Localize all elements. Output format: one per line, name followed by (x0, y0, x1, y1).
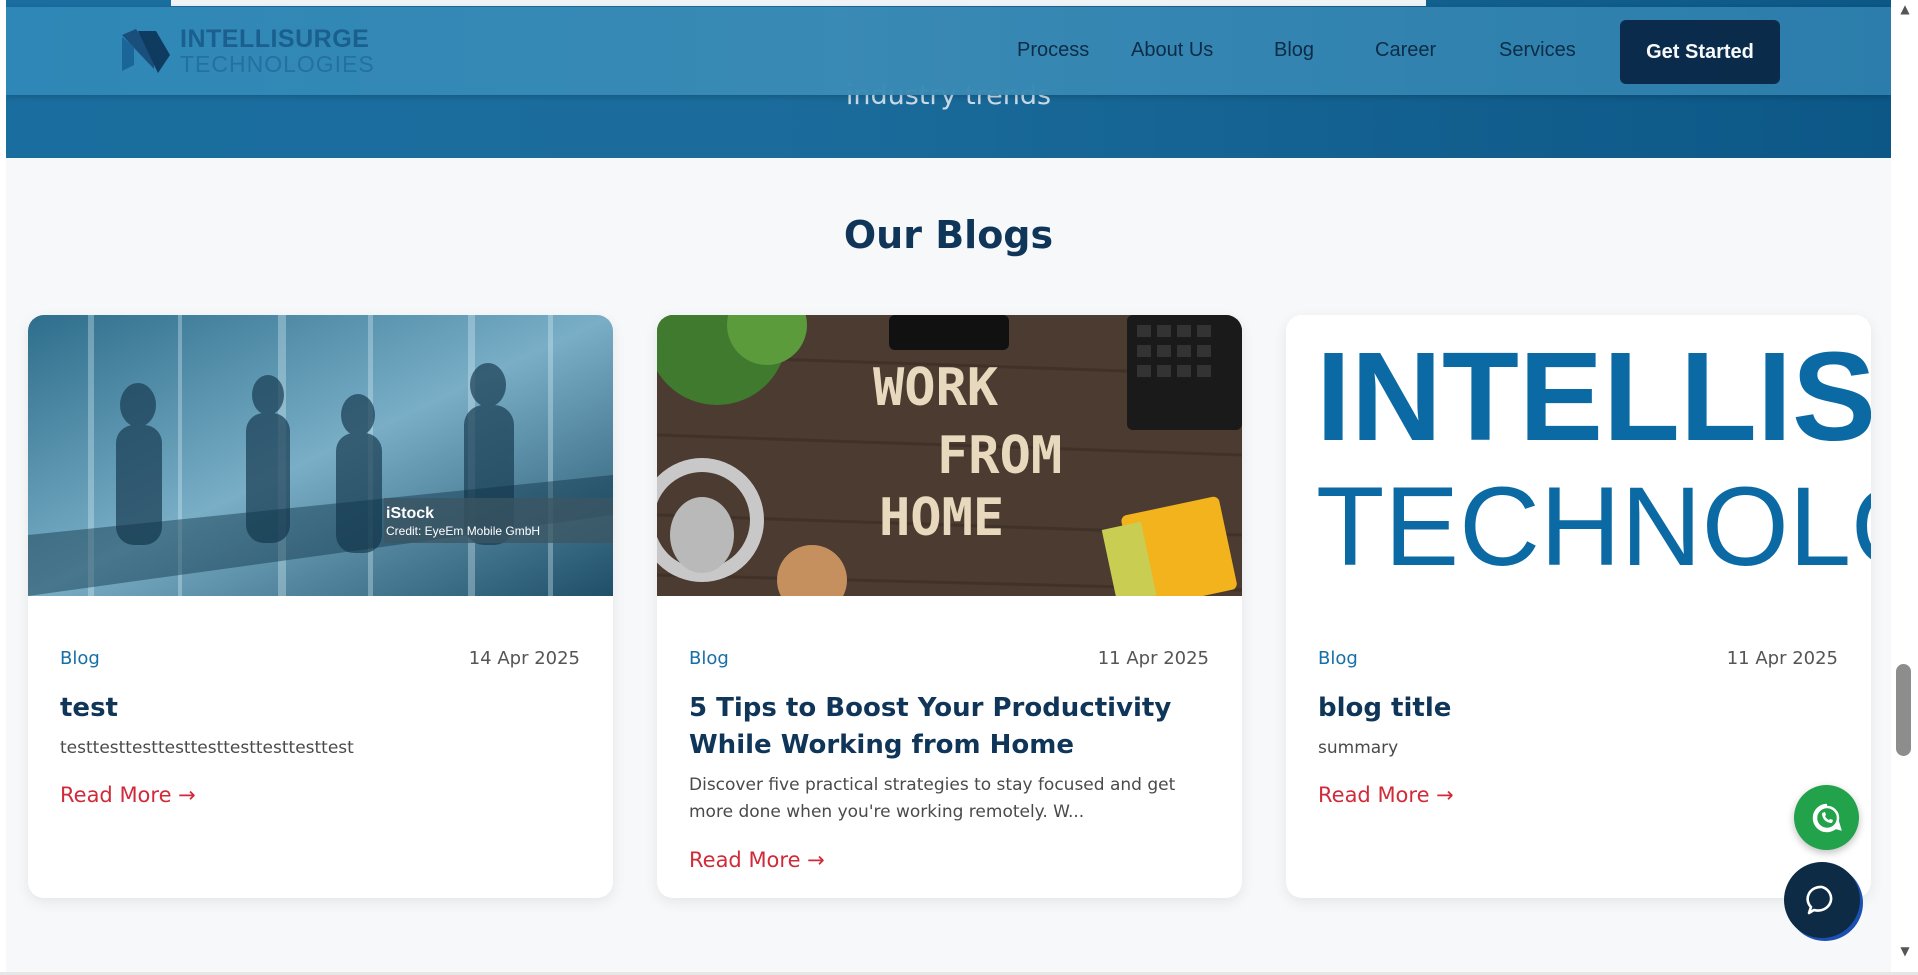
card-title[interactable]: blog title (1318, 690, 1838, 727)
card-date: 14 Apr 2025 (468, 648, 580, 669)
image-word-home: HOME (879, 488, 1004, 548)
scrollbar[interactable] (1891, 0, 1918, 975)
nav-career[interactable]: Career (1375, 39, 1436, 62)
work-from-home-photo: WORK FROM HOME (657, 315, 1242, 596)
section-title: Our Blogs (843, 213, 1054, 257)
logo-line1: INTELLISURGE (180, 24, 370, 53)
whatsapp-button[interactable] (1794, 785, 1859, 850)
nav-about-us[interactable]: About Us (1131, 39, 1213, 62)
blog-card[interactable]: iStock Credit: EyeEm Mobile GmbH Blog 14… (28, 315, 613, 898)
read-more-link[interactable]: Read More → (689, 848, 825, 872)
get-started-button[interactable]: Get Started (1620, 20, 1780, 84)
nav-blog[interactable]: Blog (1274, 39, 1314, 62)
logo[interactable]: INTELLISURGE TECHNOLOGIES (118, 25, 375, 77)
nav-services[interactable]: Services (1499, 39, 1576, 62)
page: industry trends INTELLISURGE TECHNOLOGIE… (6, 0, 1891, 975)
image-caption-credit: Credit: EyeEm Mobile GmbH (386, 524, 540, 538)
nav-process[interactable]: Process (1017, 39, 1089, 62)
card-title[interactable]: test (60, 690, 580, 727)
chat-button[interactable] (1784, 862, 1860, 938)
logo-line2: TECHNOLOGIES (180, 50, 375, 77)
card-category[interactable]: Blog (689, 648, 729, 669)
card-date: 11 Apr 2025 (1726, 648, 1838, 669)
chat-bubble-icon (1806, 885, 1833, 915)
scroll-up-arrow-icon[interactable]: ▲ (1897, 2, 1913, 16)
card-summary: summary (1318, 738, 1399, 758)
card-image-office[interactable]: iStock Credit: EyeEm Mobile GmbH (28, 315, 613, 596)
top-strip (171, 0, 1426, 6)
card-image-work-from-home[interactable]: WORK FROM HOME (657, 315, 1242, 596)
card-category[interactable]: Blog (60, 648, 100, 669)
blog-card[interactable]: WORK FROM HOME Blog 11 Apr 2025 5 Tips t… (657, 315, 1242, 898)
logo-mark-icon (122, 29, 170, 73)
image-logo-line1: INTELLISURGE (1316, 326, 1871, 467)
image-caption-brand: iStock (386, 505, 434, 522)
card-date: 11 Apr 2025 (1097, 648, 1209, 669)
card-summary: testtesttesttesttesttesttesttesttest (60, 738, 354, 758)
navbar: INTELLISURGE TECHNOLOGIES Process About … (6, 7, 1891, 95)
image-logo-line2: TECHNOLOGIES (1316, 464, 1871, 589)
read-more-link[interactable]: Read More → (60, 783, 196, 807)
whatsapp-icon (1812, 803, 1842, 832)
card-summary: Discover five practical strategies to st… (689, 775, 1176, 822)
image-word-work: WORK (873, 358, 999, 418)
company-logo-image: INTELLISURGE TECHNOLOGIES (1286, 315, 1871, 596)
scroll-down-arrow-icon[interactable]: ▼ (1897, 944, 1913, 958)
image-word-from: FROM (937, 426, 1062, 486)
read-more-link[interactable]: Read More → (1318, 783, 1454, 807)
blog-card[interactable]: INTELLISURGE TECHNOLOGIES Blog 11 Apr 20… (1286, 315, 1871, 898)
card-image-logo[interactable]: INTELLISURGE TECHNOLOGIES (1286, 315, 1871, 596)
office-photo: iStock Credit: EyeEm Mobile GmbH (28, 315, 613, 596)
card-title[interactable]: 5 Tips to Boost Your Productivity While … (689, 690, 1209, 764)
scrollbar-thumb[interactable] (1896, 664, 1911, 756)
card-category[interactable]: Blog (1318, 648, 1358, 669)
